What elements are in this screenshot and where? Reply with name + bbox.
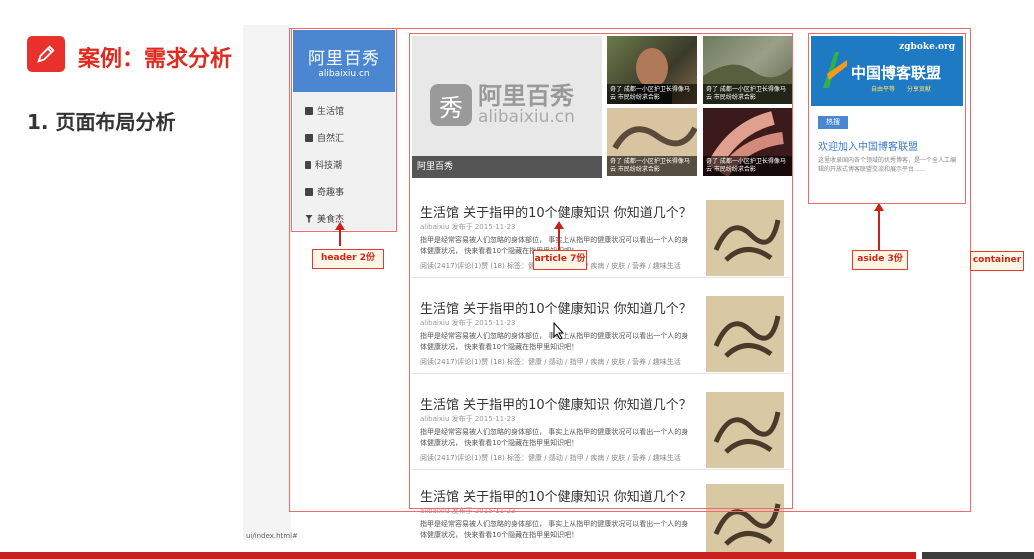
section-title: 1. 页面布局分析: [27, 110, 176, 134]
article-desc: 指甲是经常容易被人们忽略的身体部位， 事实上从指甲的健康状况可以看出一个人的身体…: [420, 520, 689, 539]
header-arrow: [335, 222, 345, 246]
status-url: ui/index.html#: [246, 532, 298, 540]
container-frame: [289, 28, 971, 512]
aside-arrow: [874, 203, 884, 250]
pen-icon: [27, 36, 65, 72]
footer-dark-bar: [922, 552, 1034, 559]
slide: 案例：需求分析 1. 页面布局分析 ui/index.html# 阿里百秀 al…: [0, 0, 1034, 559]
case-title: 案例：需求分析: [78, 47, 233, 72]
footer-red-bar: [0, 552, 916, 559]
article-arrow: [554, 221, 564, 250]
mouse-cursor-icon: [553, 322, 565, 340]
aside-tag: aside 3份: [852, 250, 908, 270]
header-tag: header 2份: [312, 249, 384, 269]
container-tag: container: [970, 251, 1024, 271]
article-tag: article 7份: [533, 250, 587, 270]
